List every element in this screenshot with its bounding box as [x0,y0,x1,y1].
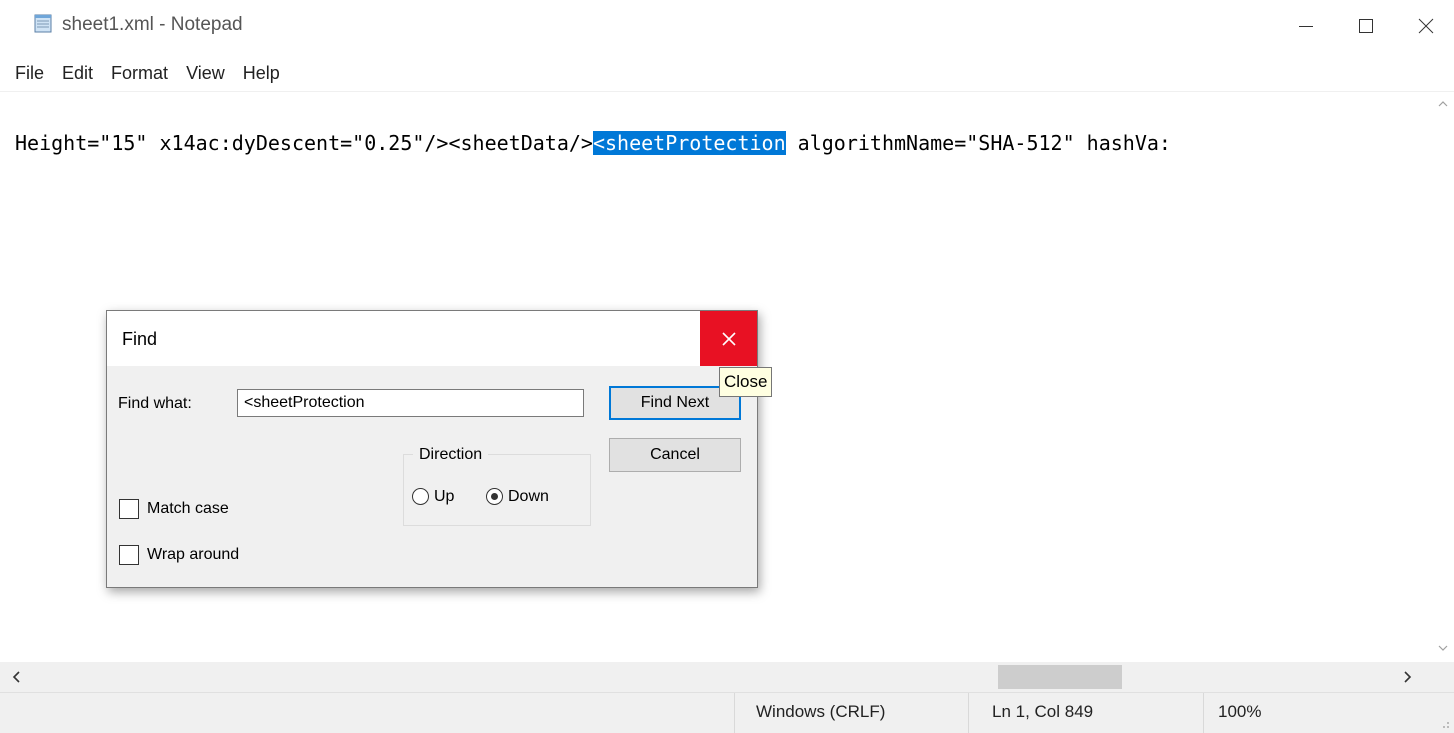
close-window-button[interactable] [1396,0,1454,52]
find-dialog-close-button[interactable] [700,311,757,366]
status-line-ending: Windows (CRLF) [756,702,886,721]
close-icon [721,331,736,346]
scroll-right-icon[interactable] [1400,670,1414,684]
maximize-icon [1359,19,1373,33]
menu-bar: File Edit Format View Help [0,58,289,88]
radio-selected-dot [491,493,498,500]
menu-format[interactable]: Format [102,58,177,88]
minimize-icon [1299,26,1313,27]
vertical-scrollbar[interactable] [1432,92,1454,662]
window-title: sheet1.xml - Notepad [62,14,243,35]
find-dialog-titlebar: Find [107,311,757,366]
close-icon [1418,18,1434,34]
direction-down-label[interactable]: Down [508,488,549,506]
menu-help[interactable]: Help [234,58,289,88]
cancel-button[interactable]: Cancel [609,438,741,472]
scroll-down-icon[interactable] [1437,642,1449,654]
editor-line: Height="15" x14ac:dyDescent="0.25"/><she… [15,129,1171,157]
status-position: Ln 1, Col 849 [992,702,1094,721]
match-case-checkbox[interactable] [119,499,139,519]
direction-up-radio[interactable] [412,488,429,505]
scrollbar-corner [1432,662,1454,692]
editor-text-after: algorithmName="SHA-512" hashVa: [785,131,1171,155]
direction-label: Direction [413,446,489,464]
horizontal-scrollbar[interactable] [0,662,1432,692]
editor-selection: <sheetProtection [592,131,786,155]
wrap-around-checkbox[interactable] [119,545,139,565]
scroll-left-icon[interactable] [10,670,24,684]
menu-edit[interactable]: Edit [53,58,102,88]
resize-grip-icon[interactable] [1438,717,1450,729]
minimize-button[interactable] [1276,0,1336,52]
maximize-button[interactable] [1336,0,1396,52]
find-dialog-title: Find [122,329,158,349]
find-what-input[interactable] [237,389,584,417]
status-zoom: 100% [1218,702,1262,721]
wrap-around-label[interactable]: Wrap around [147,546,239,564]
editor-text-before: Height="15" x14ac:dyDescent="0.25"/><she… [15,131,593,155]
direction-down-radio[interactable] [486,488,503,505]
menu-view[interactable]: View [177,58,234,88]
find-what-label: Find what: [118,395,192,412]
close-tooltip: Close [719,367,773,397]
scroll-up-icon[interactable] [1437,98,1449,110]
notepad-icon [34,14,52,33]
find-dialog: Find Find what: Find Next Cancel Directi… [106,310,758,588]
status-divider [1203,693,1204,733]
horizontal-scroll-thumb[interactable] [998,665,1122,689]
status-divider [734,693,735,733]
title-bar: sheet1.xml - Notepad [0,0,1454,52]
status-divider [968,693,969,733]
match-case-label[interactable]: Match case [147,500,229,518]
status-bar: Windows (CRLF) Ln 1, Col 849 100% [0,692,1454,733]
menu-file[interactable]: File [0,58,53,88]
direction-up-label[interactable]: Up [434,488,454,506]
